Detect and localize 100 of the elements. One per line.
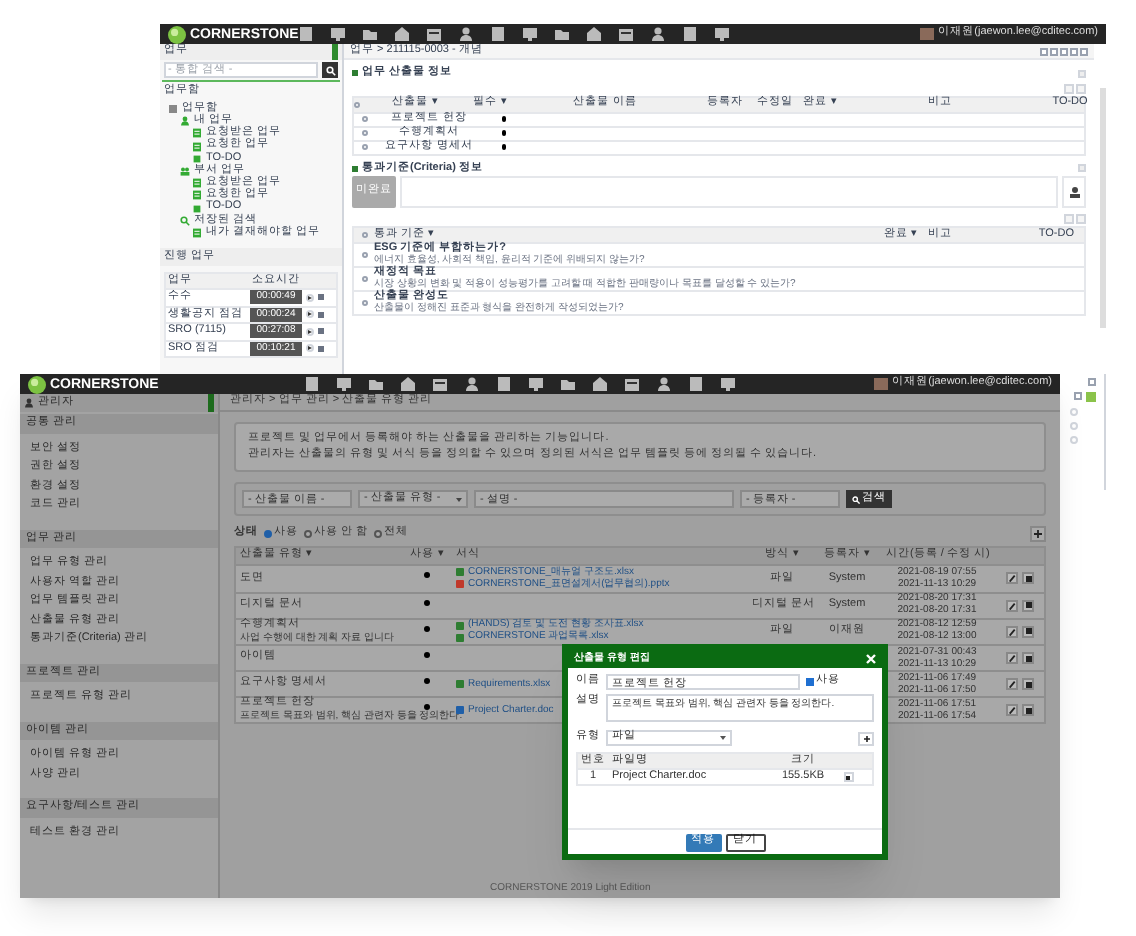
square-icon [192,153,202,164]
checkbox[interactable] [361,300,367,306]
nav-menu-button[interactable] [554,26,571,42]
nav-menu-button[interactable] [496,376,512,392]
nav-menu-button[interactable] [304,376,320,392]
nav-menu-button[interactable] [560,376,576,392]
collapse-button[interactable] [1088,378,1096,386]
monitor-icon [714,26,731,42]
search-icon [325,65,335,75]
square-icon [1025,707,1031,713]
stamp-icon [1067,185,1081,199]
play-button[interactable] [306,327,314,336]
square-icon [1025,628,1031,635]
add-file-button[interactable] [858,731,874,745]
person-icon [656,376,672,392]
edit-button[interactable] [1006,572,1018,585]
person-icon [464,376,480,392]
stop-button[interactable] [318,294,324,301]
nav-menu-button[interactable] [522,26,539,42]
avatar-icon [920,28,935,40]
square-icon [1025,655,1031,661]
close-button[interactable] [866,654,876,664]
comment-field[interactable] [400,176,1058,208]
square-icon [192,203,202,214]
nav-menu-button[interactable] [650,26,667,42]
square-icon [1025,575,1031,582]
document-icon [298,26,315,42]
plus-icon [863,735,869,741]
monitor-icon [528,376,544,392]
edit-button[interactable] [1006,678,1018,690]
pencil-icon [1008,654,1016,662]
stop-button[interactable] [318,345,324,352]
checkbox[interactable] [361,130,367,136]
nav-menu-button[interactable] [720,376,736,392]
monitor-icon [522,26,539,42]
checkbox[interactable] [361,276,367,282]
checkbox[interactable] [361,252,367,258]
file-icon [456,680,464,688]
people-icon [180,166,190,177]
nav-menu-button[interactable] [368,376,384,392]
delete-button[interactable] [1022,652,1034,664]
nav-menu-button[interactable] [400,376,416,392]
caret-icon [720,736,726,740]
edit-button[interactable] [1006,599,1018,611]
calendar-icon [432,376,448,392]
pencil-icon [1008,680,1016,688]
person-icon [24,398,34,408]
checkbox[interactable] [354,101,360,107]
nav-menu-button[interactable] [656,376,672,392]
checkbox[interactable] [361,116,367,122]
nav-menu-button[interactable] [458,26,475,42]
globe-logo-icon [168,25,186,43]
document-icon [688,376,704,392]
nav-menu-button[interactable] [714,26,731,42]
document-icon [490,26,507,42]
nav-menu-button[interactable] [688,376,704,392]
delete-button[interactable] [1022,625,1034,638]
nav-menu-button[interactable] [394,26,411,42]
nav-menu-button[interactable] [682,26,699,42]
nav-menu-button[interactable] [330,26,347,42]
nav-menu-button[interactable] [618,26,635,42]
delete-button[interactable] [1022,572,1034,585]
nav-menu-button[interactable] [336,376,352,392]
edit-button[interactable] [1006,625,1018,638]
search-icon [852,495,860,503]
delete-button[interactable] [1022,599,1034,611]
document-icon [496,376,512,392]
play-button[interactable] [306,344,314,353]
search-button[interactable] [322,62,338,78]
pencil-icon [1008,601,1016,609]
stop-button[interactable] [318,311,324,318]
monitor-icon [720,376,736,392]
approve-button[interactable] [1062,176,1086,208]
add-button[interactable] [1030,526,1046,542]
nav-menu-button[interactable] [624,376,640,392]
caret-icon [456,497,462,501]
checkbox[interactable] [361,232,367,238]
nav-menu-button[interactable] [432,376,448,392]
play-button[interactable] [306,310,314,319]
toolbar-button[interactable] [1074,392,1082,400]
edit-button[interactable] [1006,704,1018,716]
calendar-icon [624,376,640,392]
document-icon [682,26,699,42]
person-icon [180,116,190,127]
nav-menu-button[interactable] [490,26,507,42]
nav-menu-button[interactable] [528,376,544,392]
nav-menu-button[interactable] [298,26,315,42]
delete-button[interactable] [1022,704,1034,716]
stop-button[interactable] [318,328,324,335]
checkbox[interactable] [361,144,367,150]
nav-menu-button[interactable] [592,376,608,392]
nav-menu-button[interactable] [464,376,480,392]
edit-button[interactable] [1006,652,1018,664]
nav-menu-button[interactable] [362,26,379,42]
delete-button[interactable] [1022,678,1034,690]
play-button[interactable] [306,293,314,302]
person-icon [650,26,667,42]
avatar-icon [874,378,889,390]
nav-menu-button[interactable] [586,26,603,42]
nav-menu-button[interactable] [426,26,443,42]
